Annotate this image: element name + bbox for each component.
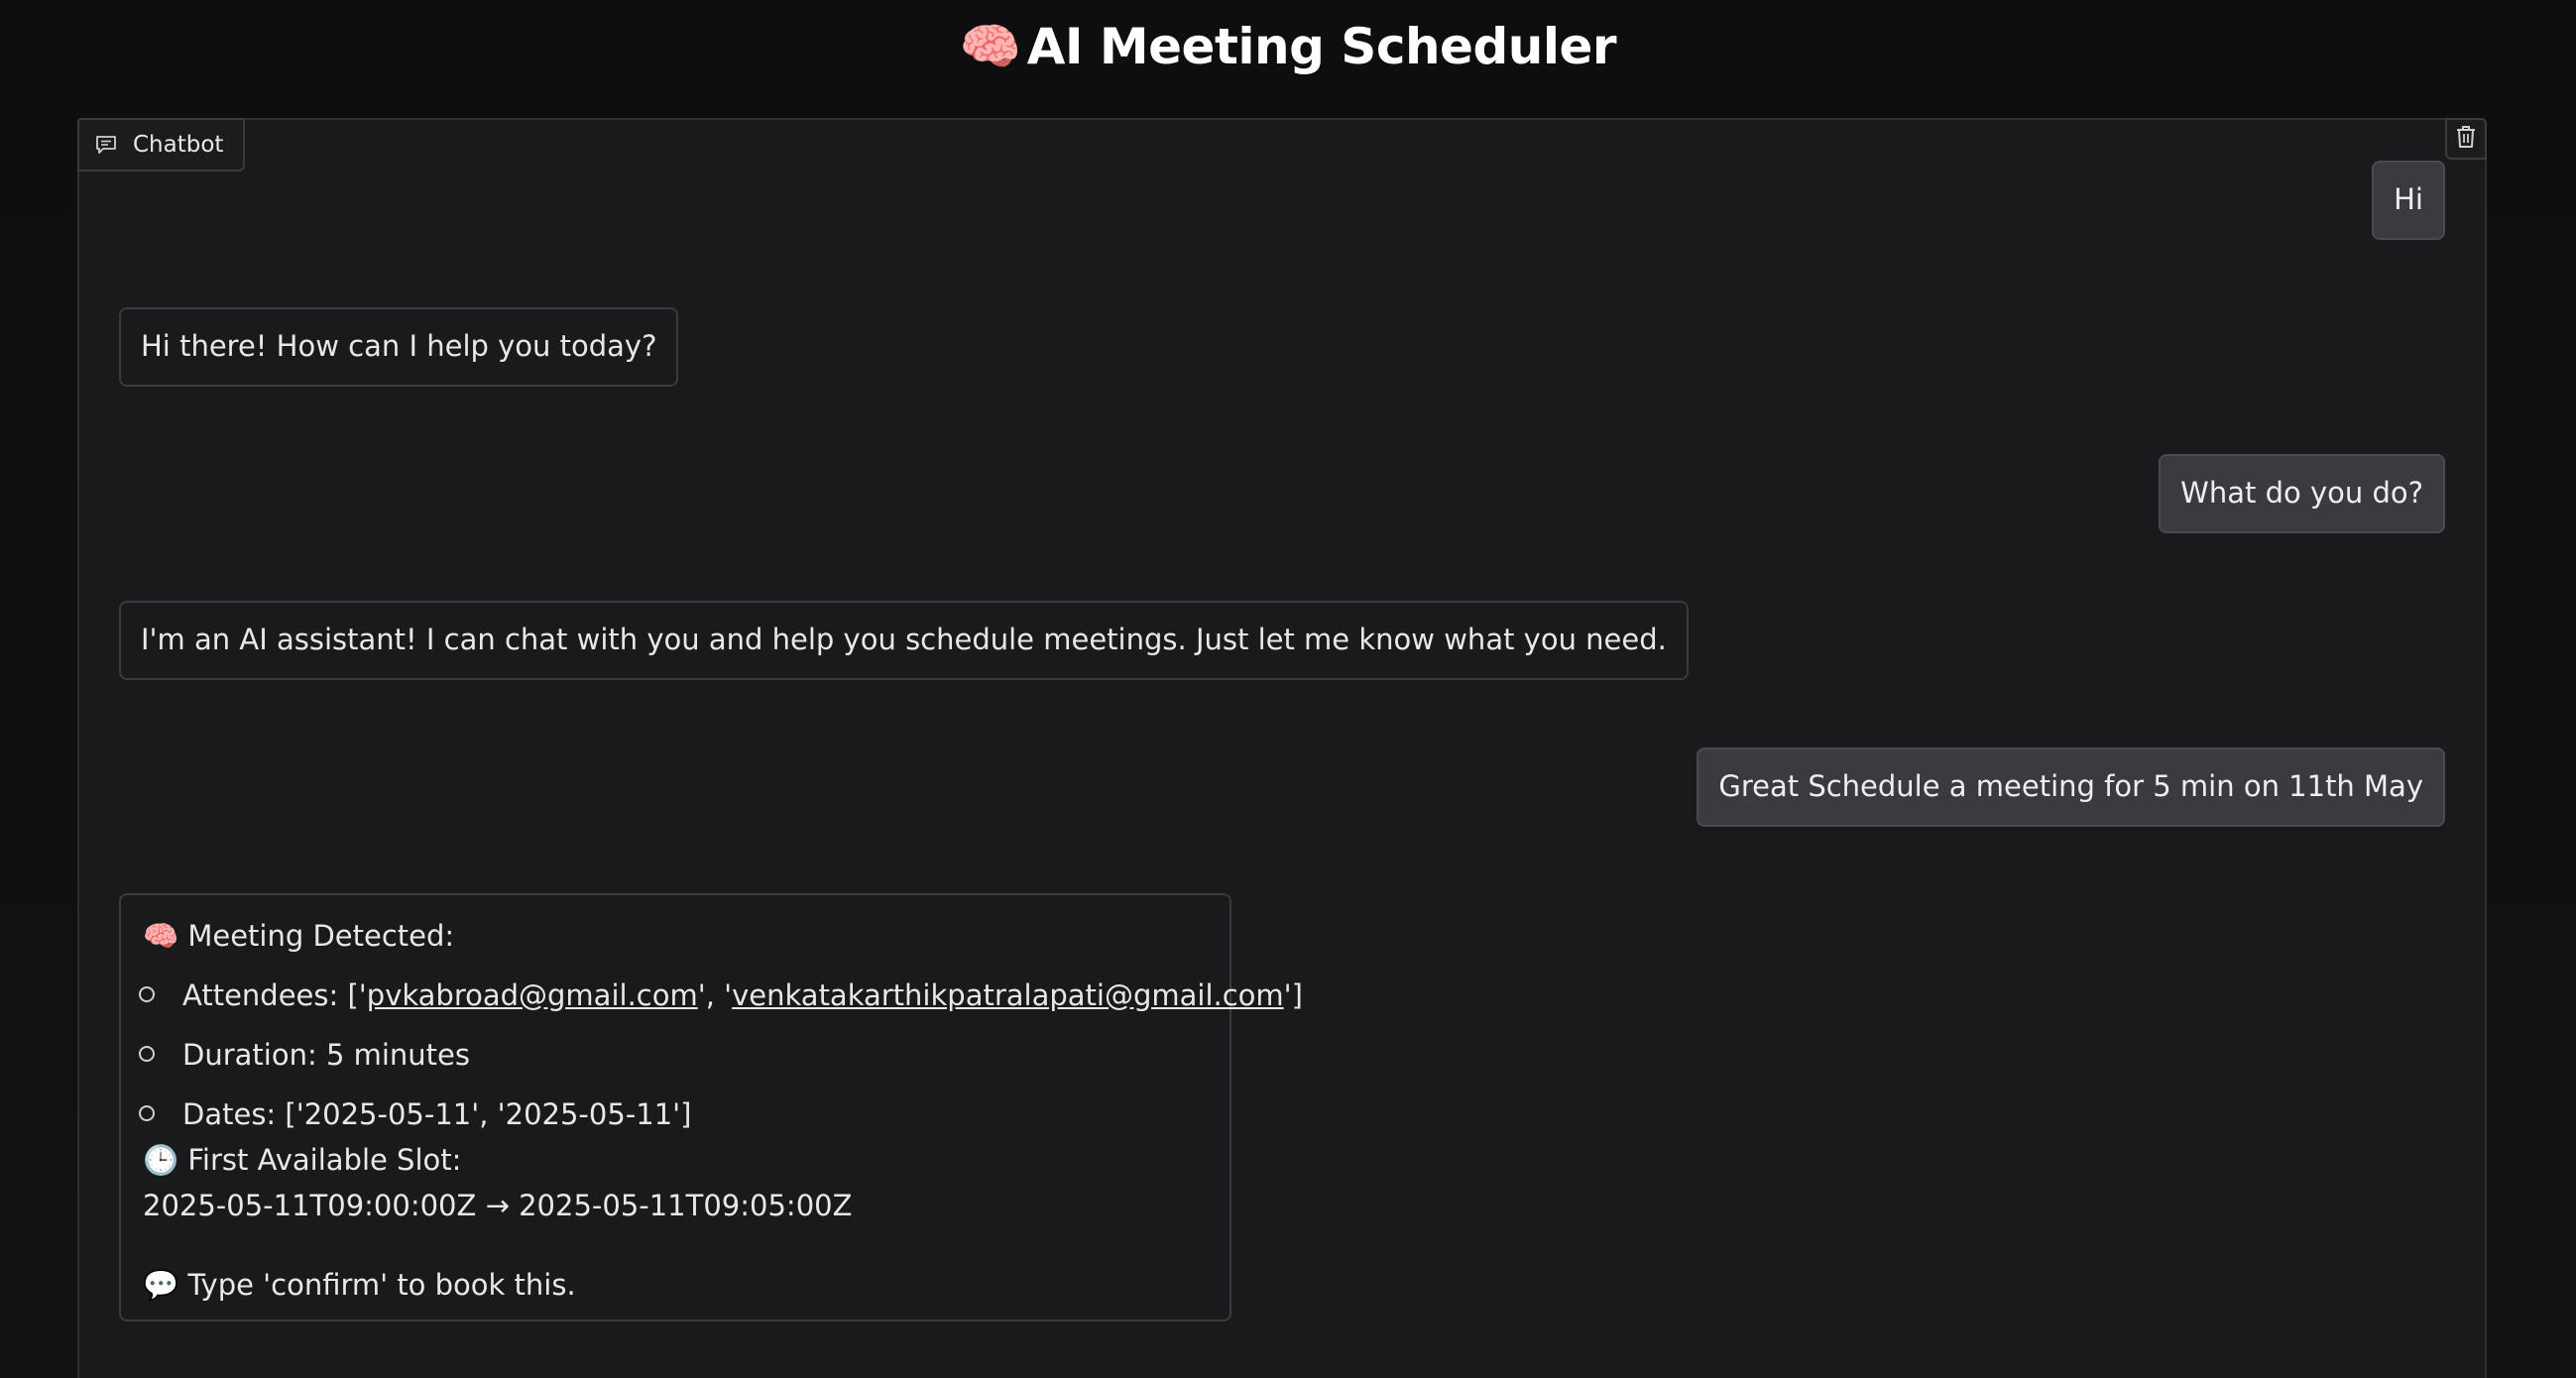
bot-message: I'm an AI assistant! I can chat with you…	[119, 601, 1689, 680]
attendees-prefix: Attendees: ['	[182, 978, 367, 1012]
bot-message-text: I'm an AI assistant! I can chat with you…	[141, 623, 1667, 657]
bullet-icon	[139, 1105, 155, 1121]
slot-label: 🕒 First Available Slot:	[143, 1143, 461, 1178]
user-message: Hi	[2372, 161, 2445, 240]
speech-bubble-icon: 💬	[143, 1268, 179, 1302]
bot-message: Hi there! How can I help you today?	[119, 307, 679, 387]
app-page: 🧠 AI Meeting Scheduler Chatbot Hi Hi the…	[0, 0, 2576, 1378]
confirm-hint-text: Type 'confirm' to book this.	[187, 1268, 576, 1302]
user-message: What do you do?	[2159, 454, 2445, 533]
clock-icon: 🕒	[143, 1143, 179, 1177]
bullet-icon	[139, 1046, 155, 1062]
user-message: Great Schedule a meeting for 5 min on 11…	[1697, 747, 2445, 827]
meeting-header-text: Meeting Detected:	[187, 919, 455, 953]
chatbot-label-text: Chatbot	[133, 132, 224, 158]
attendee-email-link[interactable]: pvkabroad@gmail.com	[367, 978, 698, 1012]
meeting-detected-message: 🧠 Meeting Detected: Attendees: ['pvkabro…	[119, 893, 1303, 1321]
bot-message-text: Hi there! How can I help you today?	[141, 329, 657, 364]
trash-icon	[2455, 125, 2477, 153]
chatbot-panel[interactable]: Chatbot Hi Hi there! How can I help you …	[77, 118, 2487, 1378]
dates-text: Dates: ['2025-05-11', '2025-05-11']	[182, 1097, 692, 1131]
slot-label-text: First Available Slot:	[187, 1143, 462, 1177]
attendees-item: Attendees: ['pvkabroad@gmail.com', 'venk…	[139, 978, 1303, 1012]
confirm-hint: 💬 Type 'confirm' to book this.	[143, 1268, 576, 1303]
user-message-text: Great Schedule a meeting for 5 min on 11…	[1718, 769, 2423, 804]
slot-value: 2025-05-11T09:00:00Z → 2025-05-11T09:05:…	[143, 1189, 853, 1222]
meeting-header: 🧠 Meeting Detected:	[143, 919, 454, 954]
page-title: 🧠 AI Meeting Scheduler	[0, 18, 2576, 76]
attendees-separator: ', '	[697, 978, 733, 1012]
duration-item: Duration: 5 minutes	[139, 1038, 470, 1072]
user-message-text: Hi	[2394, 182, 2423, 217]
attendee-email-link[interactable]: venkatakarthikpatralapati@gmail.com	[732, 978, 1284, 1012]
page-title-text: AI Meeting Scheduler	[1026, 18, 1617, 75]
brain-icon: 🧠	[959, 18, 1021, 75]
user-message-text: What do you do?	[2180, 476, 2423, 511]
brain-icon: 🧠	[143, 919, 179, 953]
chatbot-label: Chatbot	[77, 118, 246, 172]
clear-chat-button[interactable]	[2445, 118, 2487, 160]
dates-item: Dates: ['2025-05-11', '2025-05-11']	[139, 1097, 691, 1131]
bullet-icon	[139, 986, 155, 1002]
attendees-suffix: ']	[1283, 978, 1303, 1012]
duration-text: Duration: 5 minutes	[182, 1038, 470, 1072]
chat-icon	[95, 135, 117, 155]
